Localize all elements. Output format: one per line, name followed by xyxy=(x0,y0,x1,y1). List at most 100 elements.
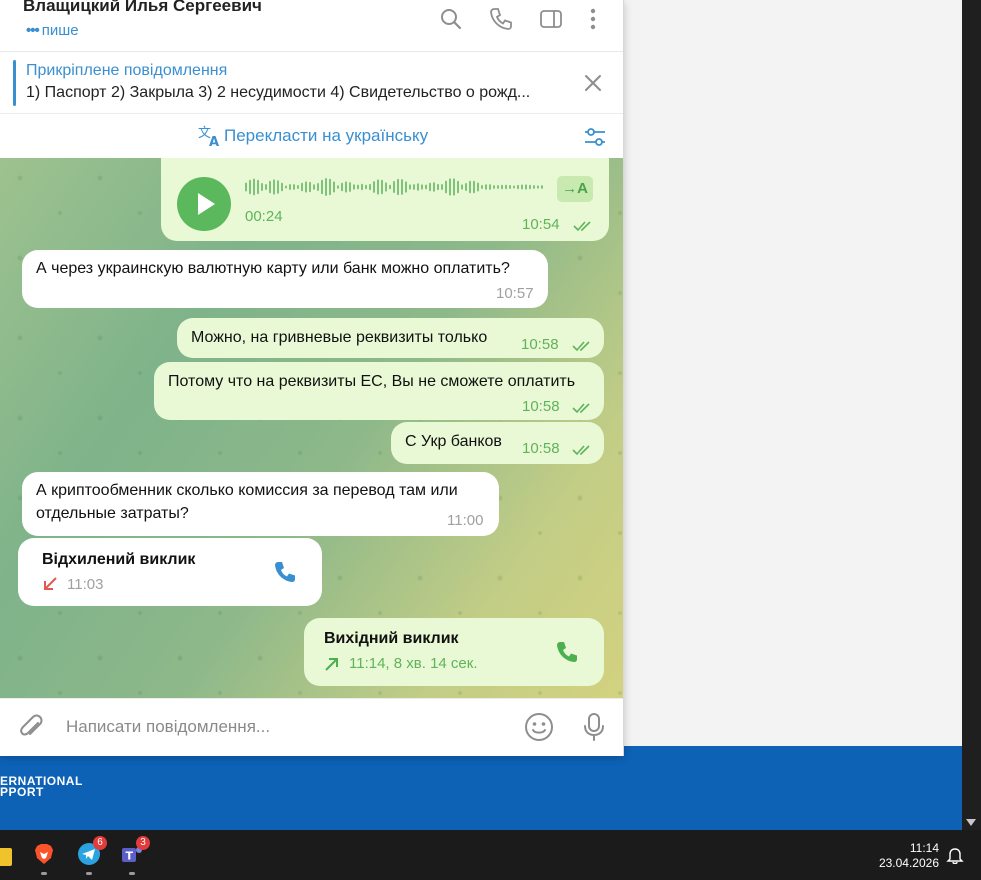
waveform-bar xyxy=(541,185,543,189)
translate-settings-icon[interactable] xyxy=(583,125,607,149)
waveform-bar xyxy=(397,178,399,196)
outgoing-message[interactable]: Потому что на реквизиты ЕС, Вы не сможет… xyxy=(154,362,604,420)
read-checkmarks-icon xyxy=(572,445,590,456)
waveform-bar xyxy=(477,182,479,192)
waveform-bar xyxy=(341,182,343,192)
chat-name[interactable]: Влащицкий Илья Сергеевич xyxy=(23,0,262,16)
emoji-icon[interactable] xyxy=(524,712,554,742)
pinned-message-bar[interactable]: Прикріплене повідомлення 1) Паспорт 2) З… xyxy=(0,52,623,114)
outgoing-call-message[interactable]: Вихідний виклик 11:14, 8 хв. 14 сек. xyxy=(304,618,604,686)
brave-browser-icon[interactable] xyxy=(32,842,56,866)
waveform-bar xyxy=(265,183,267,191)
phone-icon[interactable] xyxy=(272,559,298,585)
background-logo-line2: PPORT xyxy=(0,785,44,799)
waveform-bar xyxy=(293,184,295,190)
waveform-bar xyxy=(353,184,355,190)
waveform-bar xyxy=(429,182,431,192)
waveform-bar xyxy=(349,182,351,192)
voice-duration: 00:24 xyxy=(245,208,283,225)
page-scrollbar[interactable] xyxy=(962,0,981,830)
waveform-bar xyxy=(521,184,523,190)
waveform-bar xyxy=(245,182,247,192)
call-meta: 11:03 xyxy=(67,576,104,593)
waveform-bar xyxy=(281,182,283,192)
outgoing-message[interactable]: Можно, на гривневые реквизиты только 10:… xyxy=(177,318,604,358)
waveform-bar xyxy=(297,185,299,189)
background-logo: ERNATIONAL PPORT xyxy=(0,775,83,799)
svg-text:A: A xyxy=(209,135,219,148)
translate-label[interactable]: Перекласти на українську xyxy=(224,126,428,146)
waveform-bar xyxy=(481,184,483,190)
waveform-bar xyxy=(433,182,435,192)
message-composer: Написати повідомлення... xyxy=(0,698,623,756)
waveform-bar xyxy=(289,183,291,191)
typing-status-text: пише xyxy=(41,22,79,39)
waveform-bar xyxy=(313,184,315,190)
telegram-taskbar-button[interactable]: 6 xyxy=(77,836,107,866)
close-icon[interactable] xyxy=(582,72,604,94)
call-title: Вихідний виклик xyxy=(324,630,459,647)
sidebar-toggle-icon[interactable] xyxy=(538,6,564,32)
search-icon[interactable] xyxy=(438,6,464,32)
waveform-bar xyxy=(273,179,275,195)
taskbar: 6 T 3 11:14 23.04.2026 xyxy=(0,830,981,880)
chat-area[interactable]: 00:24 →A 10:54 А через украинскую валютн… xyxy=(0,158,623,698)
incoming-message[interactable]: А криптообменник сколько комиссия за пер… xyxy=(22,472,499,536)
clock-time: 11:14 xyxy=(909,841,939,855)
play-icon[interactable] xyxy=(176,176,232,232)
message-time: 10:58 xyxy=(521,336,559,353)
waveform-bar xyxy=(453,178,455,196)
phone-icon[interactable] xyxy=(554,639,580,665)
message-time: 10:57 xyxy=(496,285,534,302)
read-checkmarks-icon xyxy=(572,341,590,352)
system-clock[interactable]: 11:14 23.04.2026 xyxy=(879,841,939,871)
waveform-bar xyxy=(413,184,415,190)
translate-bar[interactable]: 文 A Перекласти на українську xyxy=(0,114,623,158)
waveform-bar xyxy=(365,184,367,190)
voice-message[interactable]: 00:24 →A 10:54 xyxy=(161,158,609,241)
transcribe-button[interactable]: →A xyxy=(557,176,593,202)
waveform-bar xyxy=(393,181,395,193)
clock-date: 23.04.2026 xyxy=(878,856,939,870)
teams-taskbar-button[interactable]: T 3 xyxy=(120,836,150,866)
waveform-bar xyxy=(441,184,443,190)
waveform-bar xyxy=(449,178,451,196)
notification-bell-icon[interactable] xyxy=(946,846,964,864)
waveform-bar xyxy=(301,182,303,192)
waveform-bar xyxy=(257,179,259,195)
microphone-icon[interactable] xyxy=(582,712,606,742)
pinned-accent-bar xyxy=(13,60,16,106)
waveform-bar xyxy=(357,184,359,190)
waveform-bar xyxy=(529,184,531,190)
voice-waveform[interactable] xyxy=(245,174,545,200)
file-explorer-icon[interactable] xyxy=(0,848,12,866)
scroll-down-arrow-icon[interactable] xyxy=(966,819,976,826)
waveform-bar xyxy=(369,183,371,191)
waveform-bar xyxy=(309,181,311,193)
read-checkmarks-icon xyxy=(573,221,591,232)
waveform-bar xyxy=(457,180,459,194)
waveform-bar xyxy=(317,183,319,191)
waveform-bar xyxy=(509,184,511,190)
waveform-bar xyxy=(377,179,379,195)
message-time: 10:58 xyxy=(522,398,560,415)
attach-icon[interactable] xyxy=(18,714,46,742)
typing-dots-icon: ••• xyxy=(26,22,40,39)
waveform-bar xyxy=(285,185,287,189)
phone-call-icon[interactable] xyxy=(488,6,514,32)
teams-running-indicator xyxy=(129,872,135,875)
waveform-bar xyxy=(329,178,331,196)
more-options-icon[interactable] xyxy=(580,6,606,32)
outgoing-message[interactable]: С Укр банков 10:58 xyxy=(391,422,604,464)
missed-call-arrow-icon xyxy=(44,577,57,590)
message-text: С Укр банков xyxy=(405,433,502,450)
declined-call-message[interactable]: Відхилений виклик 11:03 xyxy=(18,538,322,606)
brave-running-indicator xyxy=(41,872,47,875)
message-text-line2: отдельные затраты? xyxy=(36,505,189,522)
waveform-bar xyxy=(409,184,411,190)
message-input[interactable]: Написати повідомлення... xyxy=(66,717,270,737)
call-meta: 11:14, 8 хв. 14 сек. xyxy=(349,655,478,672)
waveform-bar xyxy=(485,184,487,190)
waveform-bar xyxy=(405,181,407,193)
incoming-message[interactable]: А через украинскую валютную карту или ба… xyxy=(22,250,548,308)
